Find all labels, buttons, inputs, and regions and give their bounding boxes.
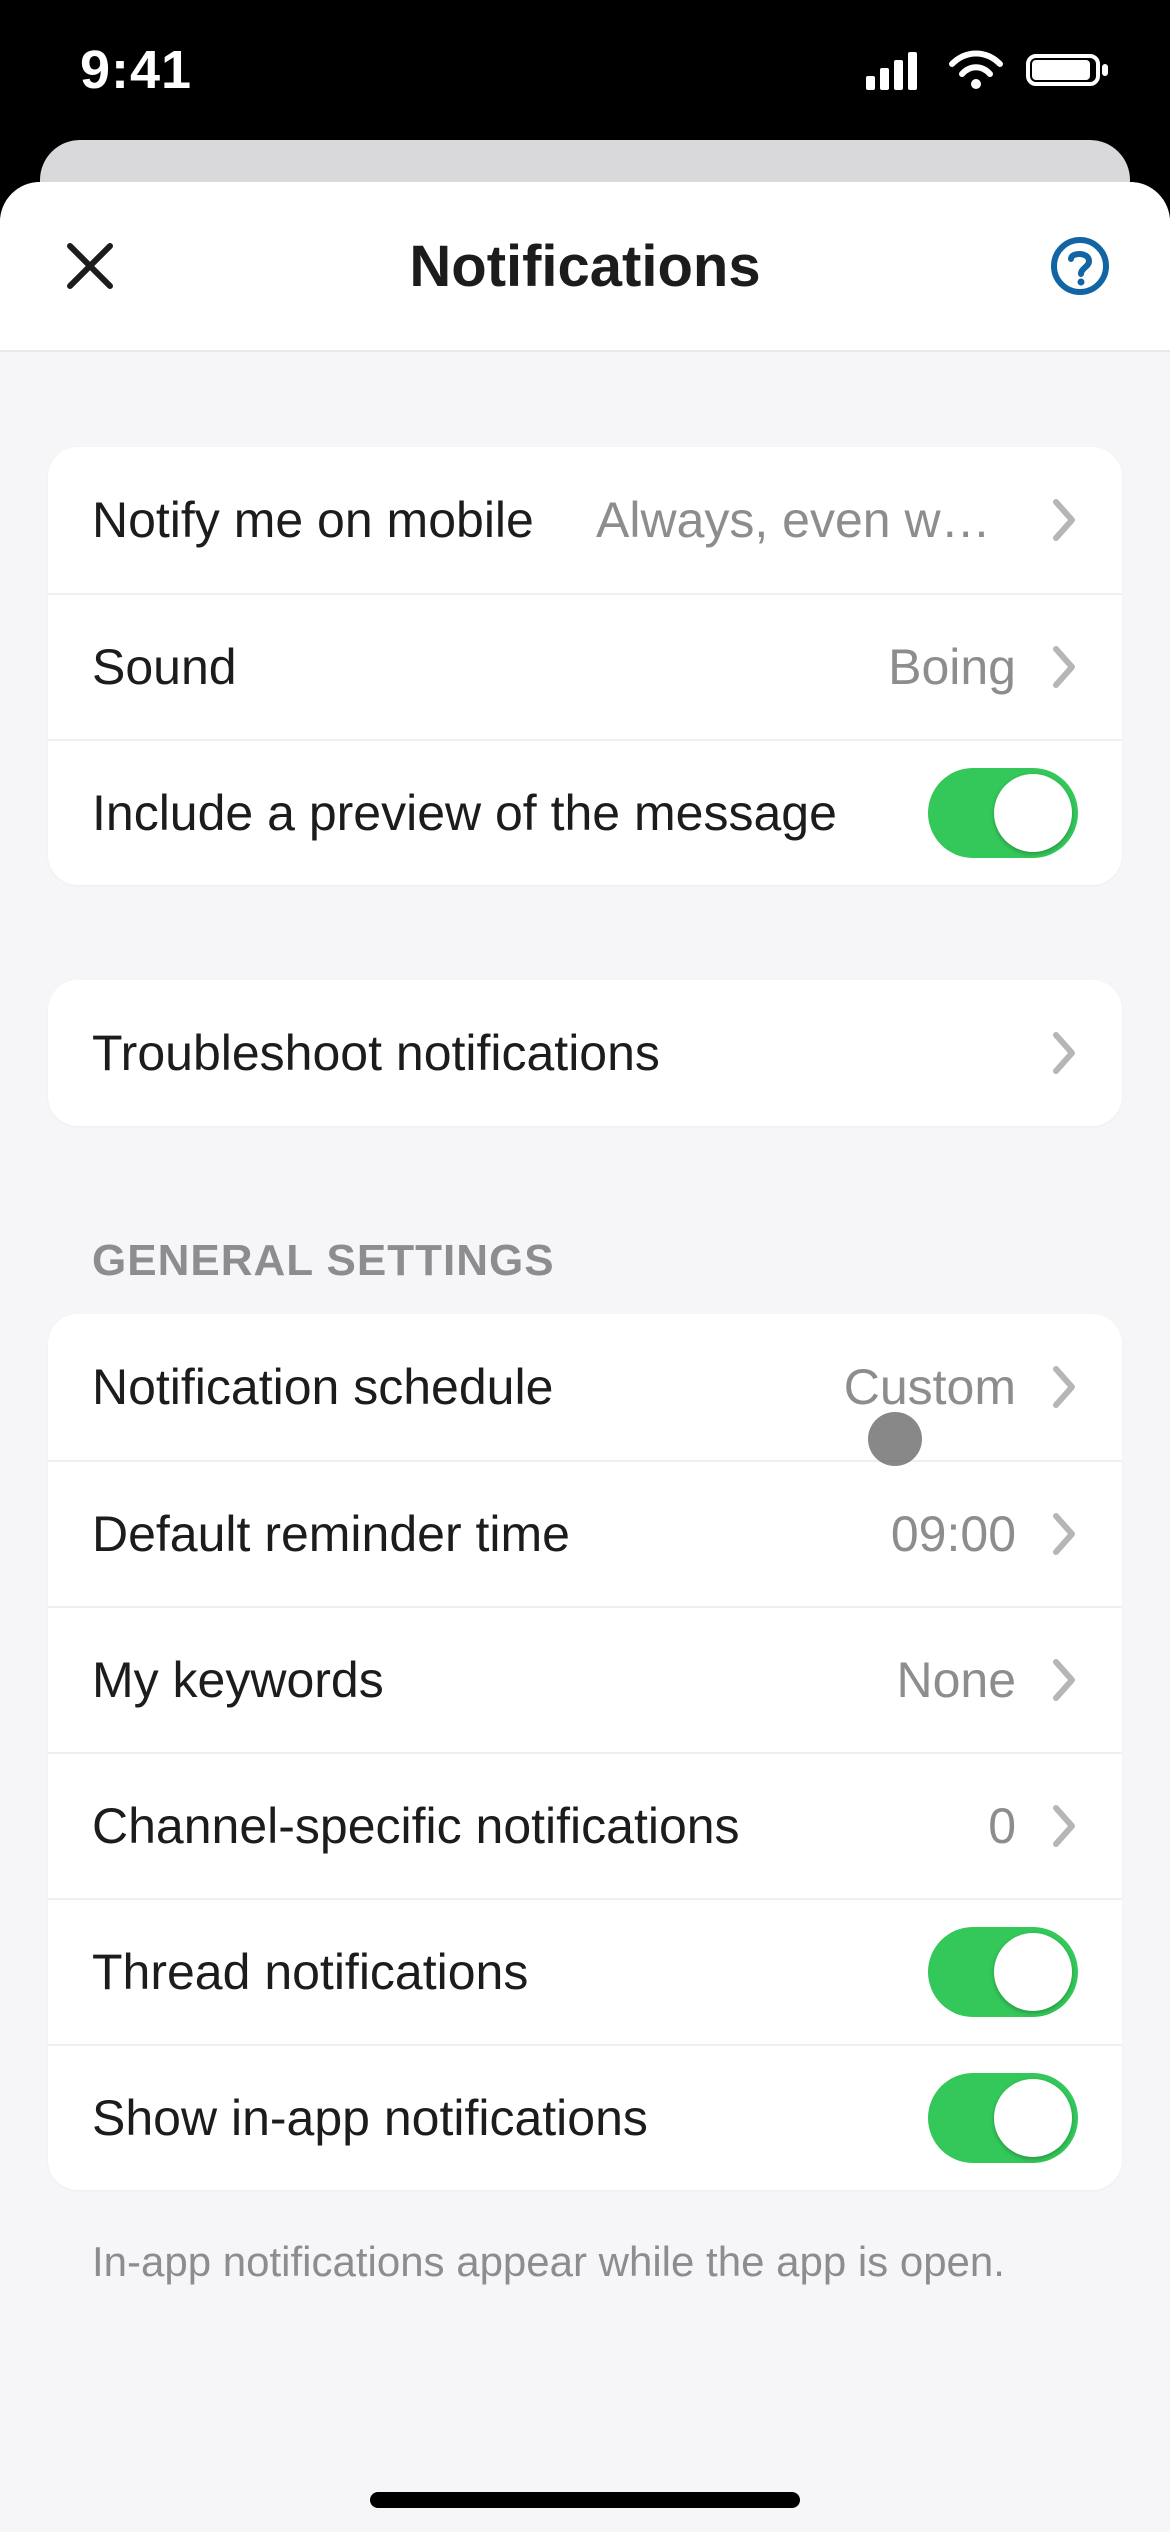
chevron-right-icon (1050, 645, 1078, 689)
row-value: Boing (888, 638, 1016, 696)
sheet-header: Notifications (0, 182, 1170, 352)
status-bar: 9:41 (0, 0, 1170, 140)
wifi-icon (948, 50, 1004, 90)
home-indicator (370, 2492, 800, 2508)
close-icon (62, 238, 118, 294)
row-troubleshoot[interactable]: Troubleshoot notifications (48, 980, 1122, 1126)
row-label: Notification schedule (92, 1358, 553, 1416)
row-label: Thread notifications (92, 1943, 528, 2001)
inapp-toggle[interactable] (928, 2073, 1078, 2163)
chevron-right-icon (1050, 1512, 1078, 1556)
row-label: My keywords (92, 1651, 384, 1709)
threads-toggle[interactable] (928, 1927, 1078, 2017)
card-mobile-notifications: Notify me on mobile Always, even wh… Sou… (48, 447, 1122, 885)
section-title-general: GENERAL SETTINGS (92, 1236, 1122, 1286)
row-label: Channel-specific notifications (92, 1797, 740, 1855)
row-schedule[interactable]: Notification schedule Custom (48, 1314, 1122, 1460)
row-label: Sound (92, 638, 237, 696)
row-value: Always, even wh… (596, 491, 1016, 549)
row-reminder-time[interactable]: Default reminder time 09:00 (48, 1460, 1122, 1606)
row-label: Troubleshoot notifications (92, 1024, 660, 1082)
help-button[interactable] (1040, 226, 1120, 306)
row-inapp-notifications: Show in-app notifications (48, 2044, 1122, 2190)
card-troubleshoot: Troubleshoot notifications (48, 980, 1122, 1126)
row-label: Default reminder time (92, 1505, 570, 1563)
row-thread-notifications: Thread notifications (48, 1898, 1122, 2044)
chevron-right-icon (1050, 1031, 1078, 1075)
chevron-right-icon (1050, 1658, 1078, 1702)
help-icon (1048, 234, 1112, 298)
cellular-icon (866, 50, 926, 90)
battery-icon (1026, 50, 1110, 90)
row-sound[interactable]: Sound Boing (48, 593, 1122, 739)
chevron-right-icon (1050, 1365, 1078, 1409)
page-title: Notifications (409, 233, 760, 300)
chevron-right-icon (1050, 498, 1078, 542)
row-value: Custom (844, 1358, 1016, 1416)
row-value: 0 (988, 1797, 1016, 1855)
row-keywords[interactable]: My keywords None (48, 1606, 1122, 1752)
row-value: 09:00 (891, 1505, 1016, 1563)
row-preview-toggle: Include a preview of the message (48, 739, 1122, 885)
row-notify-mobile[interactable]: Notify me on mobile Always, even wh… (48, 447, 1122, 593)
status-right (866, 50, 1110, 90)
close-button[interactable] (50, 226, 130, 306)
row-channel-specific[interactable]: Channel-specific notifications 0 (48, 1752, 1122, 1898)
status-time: 9:41 (80, 39, 192, 101)
footer-note: In-app notifications appear while the ap… (92, 2238, 1122, 2286)
settings-sheet: Notifications Notify me on mobile Always… (0, 182, 1170, 2532)
preview-toggle[interactable] (928, 768, 1078, 858)
row-label: Include a preview of the message (92, 784, 837, 842)
card-general-settings: Notification schedule Custom Default rem… (48, 1314, 1122, 2190)
row-label: Show in-app notifications (92, 2089, 648, 2147)
row-value: None (896, 1651, 1016, 1709)
sheet-body: Notify me on mobile Always, even wh… Sou… (0, 352, 1170, 2532)
chevron-right-icon (1050, 1804, 1078, 1848)
row-label: Notify me on mobile (92, 491, 534, 549)
